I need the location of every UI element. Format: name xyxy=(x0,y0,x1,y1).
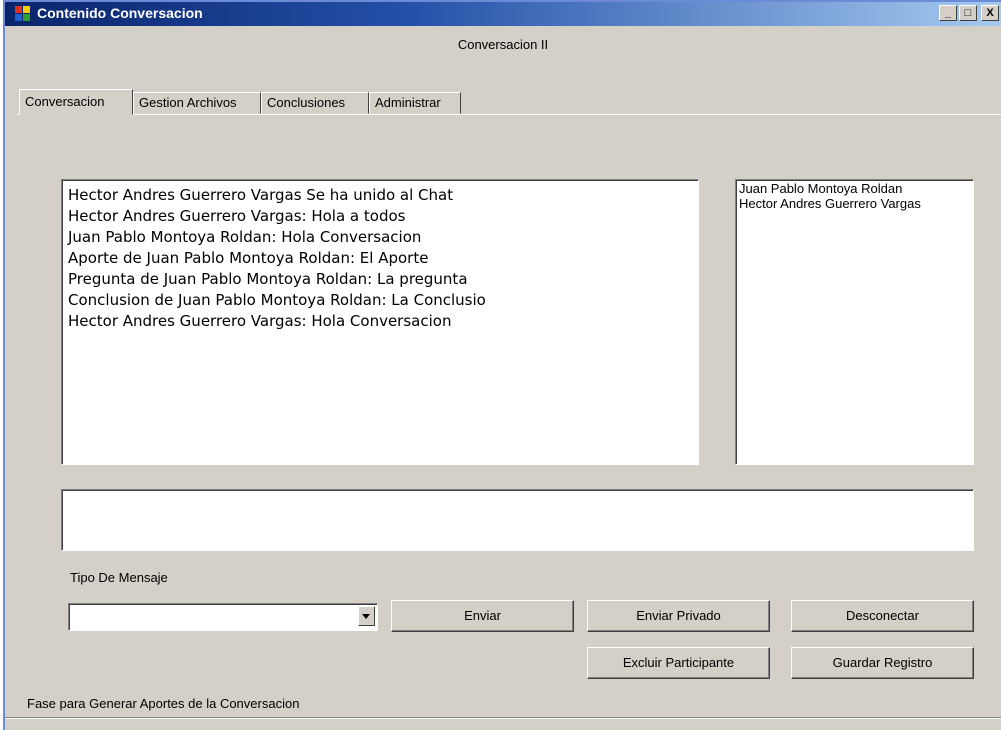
chat-message: Hector Andres Guerrero Vargas Se ha unid… xyxy=(68,186,454,204)
dropdown-arrow-icon[interactable] xyxy=(358,606,375,626)
chat-message: Conclusion de Juan Pablo Montoya Roldan:… xyxy=(68,291,486,309)
tab-administrar[interactable]: Administrar xyxy=(369,92,461,114)
conversation-title: Conversacion II xyxy=(457,37,549,52)
app-icon xyxy=(15,6,31,22)
message-input[interactable] xyxy=(61,489,974,551)
participants-list[interactable]: Juan Pablo Montoya Roldan Hector Andres … xyxy=(735,179,974,465)
chat-message: Pregunta de Juan Pablo Montoya Roldan: L… xyxy=(68,270,468,288)
participant-item[interactable]: Hector Andres Guerrero Vargas xyxy=(739,196,970,211)
tab-gestion-archivos[interactable]: Gestion Archivos xyxy=(133,92,261,114)
guardar-registro-button[interactable]: Guardar Registro xyxy=(791,647,974,679)
chat-message: Hector Andres Guerrero Vargas: Hola a to… xyxy=(68,207,406,225)
participant-item[interactable]: Juan Pablo Montoya Roldan xyxy=(739,181,970,196)
title-bar[interactable]: Contenido Conversacion _ □ X xyxy=(5,2,1001,26)
tab-conversacion[interactable]: Conversacion xyxy=(19,89,133,115)
tab-conclusiones[interactable]: Conclusiones xyxy=(261,92,369,114)
enviar-button[interactable]: Enviar xyxy=(391,600,574,632)
minimize-button[interactable]: _ xyxy=(939,5,957,21)
chat-message: Juan Pablo Montoya Roldan: Hola Conversa… xyxy=(68,228,422,246)
excluir-participante-button[interactable]: Excluir Participante xyxy=(587,647,770,679)
window-title: Contenido Conversacion xyxy=(37,5,203,21)
close-button[interactable]: X xyxy=(981,5,999,21)
app-window: Contenido Conversacion _ □ X Conversacio… xyxy=(3,0,1001,730)
enviar-privado-button[interactable]: Enviar Privado xyxy=(587,600,770,632)
status-text: Fase para Generar Aportes de la Conversa… xyxy=(27,696,300,711)
tipo-mensaje-select[interactable] xyxy=(68,603,378,631)
chat-message: Aporte de Juan Pablo Montoya Roldan: El … xyxy=(68,249,429,267)
desconectar-button[interactable]: Desconectar xyxy=(791,600,974,632)
status-divider xyxy=(5,717,1001,719)
chat-message: Hector Andres Guerrero Vargas: Hola Conv… xyxy=(68,312,452,330)
maximize-button[interactable]: □ xyxy=(959,5,977,21)
tipo-mensaje-label: Tipo De Mensaje xyxy=(70,570,168,585)
chat-messages-list[interactable]: Hector Andres Guerrero Vargas Se ha unid… xyxy=(61,179,699,465)
